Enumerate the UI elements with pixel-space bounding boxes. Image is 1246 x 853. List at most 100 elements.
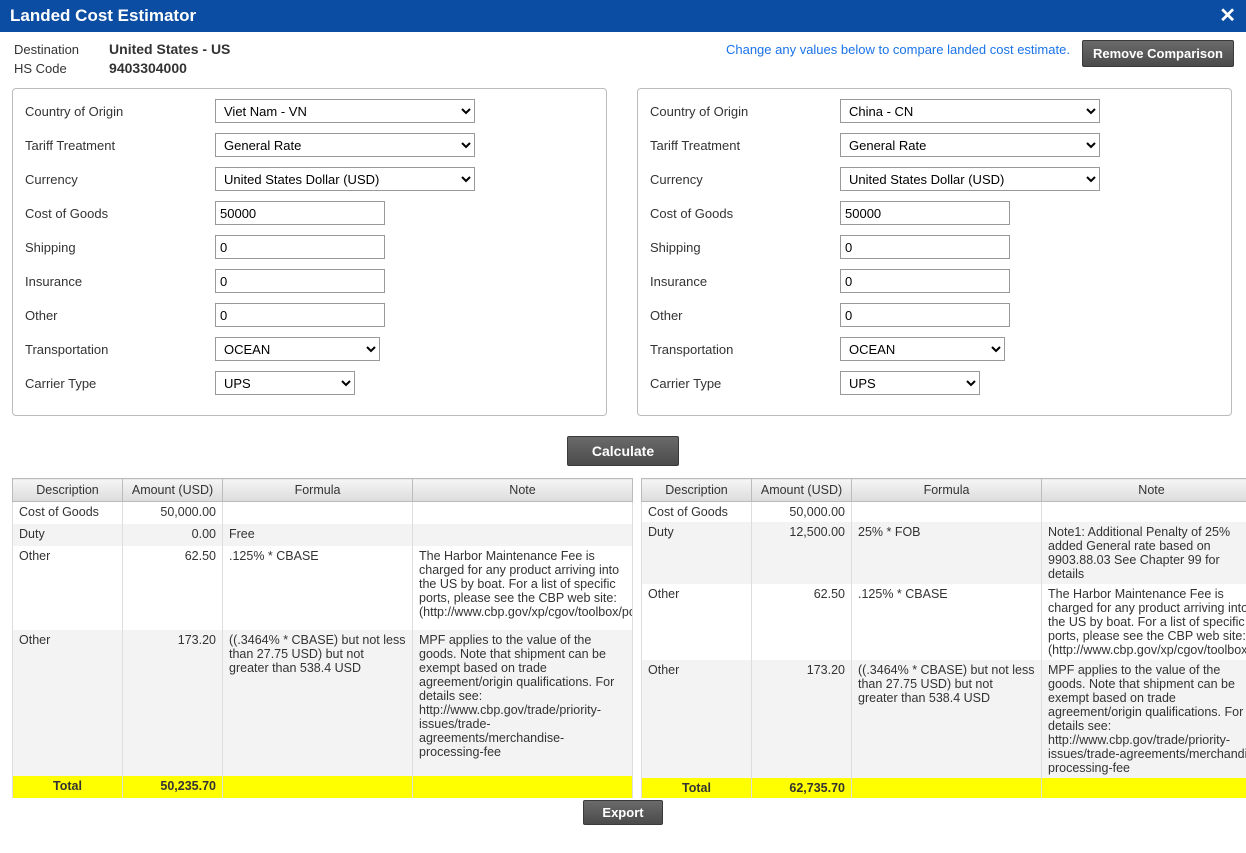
cell-description: Cost of Goods bbox=[13, 502, 123, 525]
results-table-left: Description Amount (USD) Formula Note Co… bbox=[12, 478, 633, 798]
export-button[interactable]: Export bbox=[583, 800, 662, 825]
table-row: Duty12,500.0025% * FOBNote1: Additional … bbox=[642, 522, 1246, 584]
shipping-input-right[interactable] bbox=[840, 235, 1010, 259]
tariff-select-left[interactable]: General Rate bbox=[215, 133, 475, 157]
currency-label: Currency bbox=[650, 172, 840, 187]
cell-formula: .125% * CBASE bbox=[223, 546, 413, 630]
cost-label: Cost of Goods bbox=[650, 206, 840, 221]
remove-comparison-button[interactable]: Remove Comparison bbox=[1082, 40, 1234, 67]
table-row: Duty0.00Free bbox=[13, 524, 633, 546]
cell-formula bbox=[223, 502, 413, 525]
cell-note: The Harbor Maintenance Fee is charged fo… bbox=[1042, 584, 1246, 660]
th-note: Note bbox=[413, 479, 633, 502]
cell-formula: 25% * FOB bbox=[852, 522, 1042, 584]
cell-formula: .125% * CBASE bbox=[852, 584, 1042, 660]
cell-amount: 62.50 bbox=[752, 584, 852, 660]
compare-hint: Change any values below to compare lande… bbox=[726, 40, 1082, 57]
destination-label: Destination bbox=[12, 40, 109, 59]
insurance-input-right[interactable] bbox=[840, 269, 1010, 293]
cell-total-amount: 62,735.70 bbox=[752, 778, 852, 798]
currency-select-right[interactable]: United States Dollar (USD) bbox=[840, 167, 1100, 191]
cell-description: Duty bbox=[13, 524, 123, 546]
cell-note: MPF applies to the value of the goods. N… bbox=[413, 630, 633, 776]
calculate-button[interactable]: Calculate bbox=[567, 436, 679, 466]
other-label: Other bbox=[650, 308, 840, 323]
table-row: Cost of Goods50,000.00 bbox=[13, 502, 633, 525]
other-input-left[interactable] bbox=[215, 303, 385, 327]
transport-select-left[interactable]: OCEAN bbox=[215, 337, 380, 361]
th-note: Note bbox=[1042, 479, 1246, 502]
cell-formula bbox=[852, 502, 1042, 523]
carrier-select-right[interactable]: UPS bbox=[840, 371, 980, 395]
cell-note bbox=[1042, 502, 1246, 523]
cell-amount: 173.20 bbox=[752, 660, 852, 778]
th-amount: Amount (USD) bbox=[123, 479, 223, 502]
carrier-label: Carrier Type bbox=[25, 376, 215, 391]
table-total-row: Total50,235.70 bbox=[13, 776, 633, 798]
cell-description: Other bbox=[642, 584, 752, 660]
country-select-right[interactable]: China - CN bbox=[840, 99, 1100, 123]
cell-description: Other bbox=[642, 660, 752, 778]
transport-label: Transportation bbox=[650, 342, 840, 357]
th-description: Description bbox=[13, 479, 123, 502]
cell-description: Other bbox=[13, 630, 123, 776]
tariff-label: Tariff Treatment bbox=[650, 138, 840, 153]
cell-note: MPF applies to the value of the goods. N… bbox=[1042, 660, 1246, 778]
close-icon[interactable]: ✕ bbox=[1219, 6, 1236, 26]
cell-total-label: Total bbox=[13, 776, 123, 798]
cell-amount: 50,000.00 bbox=[752, 502, 852, 523]
carrier-select-left[interactable]: UPS bbox=[215, 371, 355, 395]
insurance-label: Insurance bbox=[650, 274, 840, 289]
cost-input-left[interactable] bbox=[215, 201, 385, 225]
results-table-right: Description Amount (USD) Formula Note Co… bbox=[641, 478, 1246, 798]
cell-total-label: Total bbox=[642, 778, 752, 798]
table-row: Cost of Goods50,000.00 bbox=[642, 502, 1246, 523]
other-label: Other bbox=[25, 308, 215, 323]
cell-note bbox=[413, 502, 633, 525]
tariff-label: Tariff Treatment bbox=[25, 138, 215, 153]
currency-label: Currency bbox=[25, 172, 215, 187]
cell-amount: 12,500.00 bbox=[752, 522, 852, 584]
th-description: Description bbox=[642, 479, 752, 502]
cell-amount: 173.20 bbox=[123, 630, 223, 776]
cell-amount: 50,000.00 bbox=[123, 502, 223, 525]
transport-select-right[interactable]: OCEAN bbox=[840, 337, 1005, 361]
th-formula: Formula bbox=[852, 479, 1042, 502]
table-row: Other173.20((.3464% * CBASE) but not les… bbox=[642, 660, 1246, 778]
cost-input-right[interactable] bbox=[840, 201, 1010, 225]
transport-label: Transportation bbox=[25, 342, 215, 357]
table-row: Other62.50.125% * CBASEThe Harbor Mainte… bbox=[13, 546, 633, 630]
country-select-left[interactable]: Viet Nam - VN bbox=[215, 99, 475, 123]
insurance-label: Insurance bbox=[25, 274, 215, 289]
titlebar: Landed Cost Estimator ✕ bbox=[0, 0, 1246, 32]
table-row: Other173.20((.3464% * CBASE) but not les… bbox=[13, 630, 633, 776]
carrier-label: Carrier Type bbox=[650, 376, 840, 391]
cost-label: Cost of Goods bbox=[25, 206, 215, 221]
input-panel-right: Country of Origin China - CN Tariff Trea… bbox=[637, 88, 1232, 416]
cell-note: The Harbor Maintenance Fee is charged fo… bbox=[413, 546, 633, 630]
hscode-label: HS Code bbox=[12, 59, 109, 78]
cell-note bbox=[413, 524, 633, 546]
header-info: Destination United States - US HS Code 9… bbox=[12, 40, 230, 78]
cell-description: Duty bbox=[642, 522, 752, 584]
window-title: Landed Cost Estimator bbox=[10, 6, 196, 26]
destination-value: United States - US bbox=[109, 40, 230, 59]
country-label: Country of Origin bbox=[650, 104, 840, 119]
th-formula: Formula bbox=[223, 479, 413, 502]
table-row: Other62.50.125% * CBASEThe Harbor Mainte… bbox=[642, 584, 1246, 660]
input-panel-left: Country of Origin Viet Nam - VN Tariff T… bbox=[12, 88, 607, 416]
cell-amount: 0.00 bbox=[123, 524, 223, 546]
table-total-row: Total62,735.70 bbox=[642, 778, 1246, 798]
th-amount: Amount (USD) bbox=[752, 479, 852, 502]
tariff-select-right[interactable]: General Rate bbox=[840, 133, 1100, 157]
cell-total-amount: 50,235.70 bbox=[123, 776, 223, 798]
currency-select-left[interactable]: United States Dollar (USD) bbox=[215, 167, 475, 191]
insurance-input-left[interactable] bbox=[215, 269, 385, 293]
cell-formula: ((.3464% * CBASE) but not less than 27.7… bbox=[223, 630, 413, 776]
cell-formula: ((.3464% * CBASE) but not less than 27.7… bbox=[852, 660, 1042, 778]
cell-description: Other bbox=[13, 546, 123, 630]
cell-description: Cost of Goods bbox=[642, 502, 752, 523]
other-input-right[interactable] bbox=[840, 303, 1010, 327]
cell-note: Note1: Additional Penalty of 25% added G… bbox=[1042, 522, 1246, 584]
shipping-input-left[interactable] bbox=[215, 235, 385, 259]
